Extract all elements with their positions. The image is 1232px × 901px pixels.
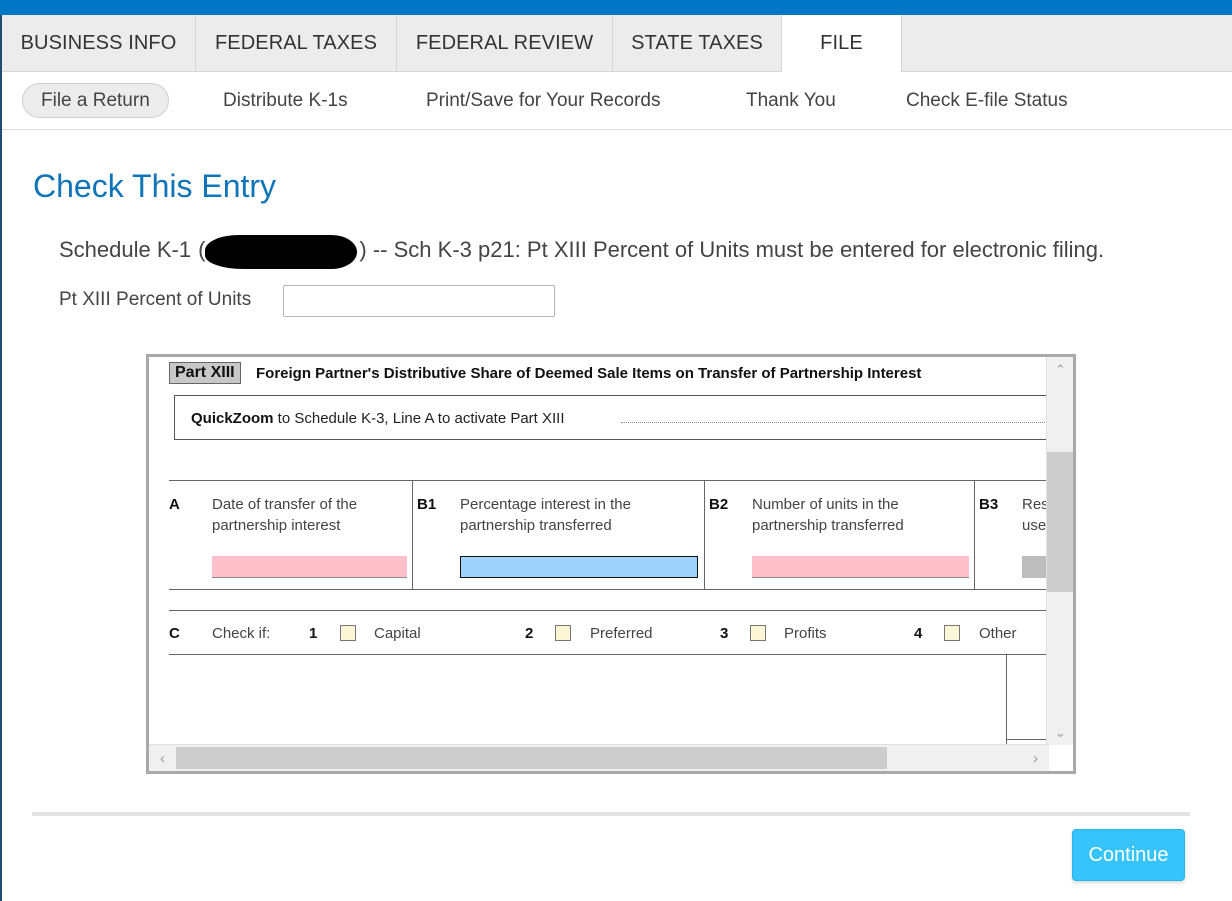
tab-file[interactable]: FILE — [782, 15, 902, 73]
vertical-scroll-thumb[interactable] — [1047, 452, 1073, 592]
message-prefix: Schedule K-1 — [59, 237, 192, 262]
form-view: Part XIII Foreign Partner's Distributive… — [149, 357, 1049, 745]
col-b2-line2: partnership transferred — [752, 517, 904, 534]
main-tab-bar: BUSINESS INFO FEDERAL TAXES FEDERAL REVI… — [2, 15, 1232, 73]
col-c-letter: C — [169, 625, 180, 642]
page-title: Check This Entry — [33, 168, 277, 204]
col-b1-line1: Percentage interest in the — [460, 496, 631, 513]
vertical-scrollbar[interactable]: ⌃ ⌄ — [1046, 357, 1073, 745]
row-divider — [169, 589, 1049, 590]
percent-units-label: Pt XIII Percent of Units — [59, 289, 252, 310]
col-b1-line2: partnership transferred — [460, 517, 612, 534]
option-1-num: 1 — [309, 625, 318, 642]
other-label: Other — [979, 625, 1017, 642]
capital-label: Capital — [374, 625, 421, 642]
check-if-label: Check if: — [212, 625, 271, 642]
date-transfer-field[interactable] — [212, 556, 407, 578]
col-divider — [1006, 654, 1007, 745]
col-b3-line1: Res — [1022, 496, 1049, 513]
scroll-left-icon[interactable]: ‹ — [149, 745, 176, 771]
profits-checkbox[interactable] — [750, 625, 766, 641]
sub-tab-bar: File a Return Distribute K-1s Print/Save… — [2, 72, 1232, 130]
col-b2-letter: B2 — [709, 496, 729, 513]
col-b2-label: Number of units in the partnership transf… — [752, 494, 904, 536]
quickzoom-text: QuickZoom to Schedule K-3, Line A to act… — [191, 410, 565, 427]
col-a-label: Date of transfer of the partnership inter… — [212, 494, 357, 536]
tab-state-taxes[interactable]: STATE TAXES — [613, 15, 782, 72]
subtab-file-a-return[interactable]: File a Return — [22, 83, 169, 118]
col-b2-line1: Number of units in the — [752, 496, 899, 513]
footer-divider — [32, 812, 1190, 816]
message-open-paren: ( — [198, 237, 206, 262]
row-divider — [169, 610, 1049, 611]
option-4-num: 4 — [914, 625, 923, 642]
percent-units-input[interactable] — [283, 285, 555, 317]
b3-field[interactable] — [1022, 556, 1049, 578]
subtab-distribute-k1s[interactable]: Distribute K-1s — [223, 83, 348, 118]
tab-federal-taxes[interactable]: FEDERAL TAXES — [196, 15, 397, 72]
col-a-letter: A — [169, 496, 180, 513]
preferred-checkbox[interactable] — [555, 625, 571, 641]
col-divider — [704, 480, 705, 590]
subtab-thank-you[interactable]: Thank You — [746, 83, 836, 118]
error-message: Schedule K-1 ( ) -- Sch K-3 p21: Pt XIII… — [59, 233, 1105, 269]
col-divider — [974, 480, 975, 590]
quickzoom-dotted-leader — [621, 422, 1049, 423]
tab-federal-review[interactable]: FEDERAL REVIEW — [397, 15, 613, 72]
other-checkbox[interactable] — [944, 625, 960, 641]
tab-business-info[interactable]: BUSINESS INFO — [2, 15, 196, 72]
scroll-right-icon[interactable]: › — [1022, 745, 1049, 771]
redacted-name — [205, 235, 358, 269]
preferred-label: Preferred — [590, 625, 653, 642]
col-b3-line2: use — [1022, 517, 1047, 534]
col-b3-letter: B3 — [979, 496, 999, 513]
row-divider — [169, 480, 1049, 481]
horizontal-scrollbar[interactable]: ‹ › — [149, 744, 1049, 771]
scroll-down-icon[interactable]: ⌄ — [1047, 722, 1073, 744]
col-b1-letter: B1 — [417, 496, 437, 513]
option-3-num: 3 — [720, 625, 729, 642]
col-a-line2: partnership interest — [212, 517, 341, 534]
number-units-field[interactable] — [752, 556, 969, 578]
part-badge: Part XIII — [169, 362, 241, 384]
col-b3-label: Res use — [1022, 494, 1049, 536]
form-preview-frame: Part XIII Foreign Partner's Distributive… — [146, 354, 1076, 774]
scroll-up-icon[interactable]: ⌃ — [1047, 359, 1073, 381]
continue-button[interactable]: Continue — [1072, 829, 1185, 881]
quickzoom-link[interactable]: QuickZoom — [191, 410, 274, 427]
horizontal-scroll-thumb[interactable] — [176, 747, 887, 769]
option-2-num: 2 — [525, 625, 534, 642]
window-left-edge — [0, 15, 2, 901]
row-divider — [169, 654, 1049, 655]
capital-checkbox[interactable] — [340, 625, 356, 641]
col-a-line1: Date of transfer of the — [212, 496, 358, 513]
part-title: Foreign Partner's Distributive Share of … — [256, 365, 922, 382]
message-suffix: ) -- Sch K-3 p21: Pt XIII Percent of Uni… — [359, 237, 1105, 262]
top-brand-bar — [0, 0, 1232, 15]
profits-label: Profits — [784, 625, 827, 642]
percentage-interest-field[interactable] — [460, 556, 698, 578]
col-b1-label: Percentage interest in the partnership tr… — [460, 494, 631, 536]
subtab-print-save[interactable]: Print/Save for Your Records — [426, 83, 660, 118]
col-divider — [412, 480, 413, 590]
subtab-check-efile-status[interactable]: Check E-file Status — [906, 83, 1068, 118]
quickzoom-box[interactable]: QuickZoom to Schedule K-3, Line A to act… — [174, 395, 1049, 440]
row-divider — [1006, 739, 1049, 740]
quickzoom-desc: to Schedule K-3, Line A to activate Part… — [273, 410, 565, 427]
